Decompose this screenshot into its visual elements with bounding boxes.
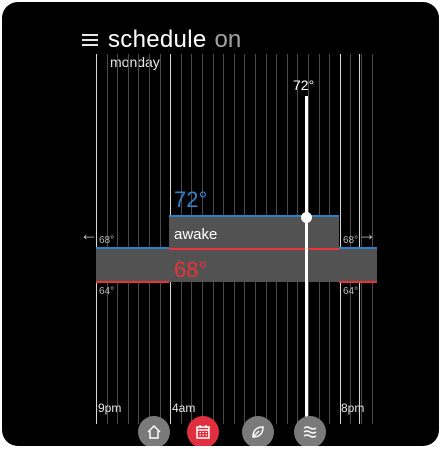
sleep-band-right[interactable]: [339, 248, 377, 282]
leaf-icon: [252, 426, 264, 438]
header: schedule on: [82, 26, 241, 54]
right-low-label: 64°: [343, 286, 359, 297]
thermostat-screen: schedule on monday 68° 64° 68° 64° ← → 7…: [2, 2, 439, 446]
schedule-toggle[interactable]: on: [214, 26, 241, 54]
home-button[interactable]: [138, 416, 170, 446]
heat-setpoint[interactable]: 68°: [174, 257, 207, 283]
calendar-icon: [196, 425, 210, 439]
heat-line-awake: [169, 248, 339, 250]
page-title: schedule: [108, 26, 207, 53]
fan-button[interactable]: [294, 416, 326, 446]
grid-line: [339, 54, 341, 424]
cool-line-left: [96, 247, 169, 249]
current-temp: 72°: [293, 77, 315, 93]
grid-line: [127, 54, 129, 424]
right-high-label: 68°: [343, 235, 359, 246]
eco-button[interactable]: [242, 416, 274, 446]
time-label-4am: 4am: [172, 401, 196, 415]
heat-line-right: [339, 281, 377, 283]
time-label-8pm: 8pm: [341, 401, 365, 415]
left-high-label: 68°: [99, 235, 115, 246]
scroll-right-icon[interactable]: →: [358, 224, 376, 245]
scroll-left-icon[interactable]: ←: [80, 224, 98, 245]
fan-icon: [303, 426, 317, 438]
cool-line-awake: [169, 215, 339, 217]
home-icon: [147, 424, 161, 439]
grid-line: [149, 54, 150, 424]
grid-line: [159, 54, 161, 424]
time-cursor-handle[interactable]: [301, 212, 312, 223]
time-label-9pm: 9pm: [98, 401, 122, 415]
time-cursor[interactable]: [305, 96, 308, 424]
period-label: awake: [174, 226, 218, 243]
sleep-band-left[interactable]: [96, 248, 169, 282]
grid-line: [138, 54, 140, 424]
schedule-button[interactable]: [187, 416, 219, 446]
menu-icon[interactable]: [82, 33, 100, 47]
heat-line-left: [96, 281, 169, 283]
cool-line-right: [339, 247, 377, 249]
grid-line: [117, 54, 119, 424]
left-low-label: 64°: [99, 286, 115, 297]
cool-setpoint[interactable]: 72°: [174, 187, 207, 213]
